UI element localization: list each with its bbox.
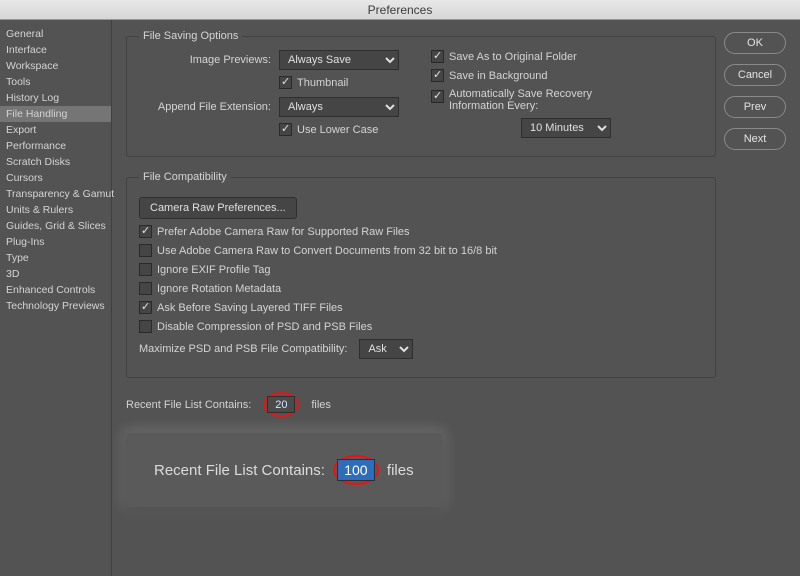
file-compat-legend: File Compatibility	[139, 171, 231, 183]
save-as-original-label: Save As to Original Folder	[449, 51, 577, 63]
sidebar-item-guides-grid-slices[interactable]: Guides, Grid & Slices	[0, 218, 111, 234]
highlight-circle-icon	[333, 455, 379, 485]
lowercase-label: Use Lower Case	[297, 124, 378, 136]
recent-file-input[interactable]	[267, 396, 295, 413]
ask-tiff-checkbox[interactable]	[139, 301, 152, 314]
ok-button[interactable]: OK	[724, 32, 786, 54]
recent-file-callout: Recent File List Contains: files	[126, 433, 442, 507]
highlight-circle-icon	[263, 392, 299, 417]
sidebar-item-performance[interactable]: Performance	[0, 138, 111, 154]
append-ext-select[interactable]: Always	[279, 97, 399, 117]
thumbnail-label: Thumbnail	[297, 77, 348, 89]
sidebar-item-enhanced-controls[interactable]: Enhanced Controls	[0, 282, 111, 298]
ignore-exif-checkbox[interactable]	[139, 263, 152, 276]
sidebar-item-technology-previews[interactable]: Technology Previews	[0, 298, 111, 314]
sidebar-item-general[interactable]: General	[0, 26, 111, 42]
append-ext-label: Append File Extension:	[139, 101, 279, 113]
sidebar-item-3d[interactable]: 3D	[0, 266, 111, 282]
prefer-raw-label: Prefer Adobe Camera Raw for Supported Ra…	[157, 226, 410, 238]
ignore-rotation-label: Ignore Rotation Metadata	[157, 283, 281, 295]
prefer-raw-checkbox[interactable]	[139, 225, 152, 238]
sidebar-item-workspace[interactable]: Workspace	[0, 58, 111, 74]
convert32-label: Use Adobe Camera Raw to Convert Document…	[157, 245, 497, 257]
save-background-checkbox[interactable]	[431, 69, 444, 82]
sidebar-item-tools[interactable]: Tools	[0, 74, 111, 90]
button-column: OK Cancel Prev Next	[724, 20, 800, 576]
window-title: Preferences	[0, 0, 800, 20]
save-as-original-checkbox[interactable]	[431, 50, 444, 63]
recent-file-row: Recent File List Contains: files	[126, 392, 716, 417]
preferences-sidebar: GeneralInterfaceWorkspaceToolsHistory Lo…	[0, 20, 112, 576]
file-compat-group: File Compatibility Camera Raw Preference…	[126, 171, 716, 378]
sidebar-item-plug-ins[interactable]: Plug-Ins	[0, 234, 111, 250]
image-previews-label: Image Previews:	[139, 54, 279, 66]
ignore-exif-label: Ignore EXIF Profile Tag	[157, 264, 271, 276]
lowercase-checkbox[interactable]	[279, 123, 292, 136]
recent-file-callout-suffix: files	[387, 462, 414, 479]
sidebar-item-scratch-disks[interactable]: Scratch Disks	[0, 154, 111, 170]
sidebar-item-type[interactable]: Type	[0, 250, 111, 266]
sidebar-item-history-log[interactable]: History Log	[0, 90, 111, 106]
thumbnail-checkbox[interactable]	[279, 76, 292, 89]
prev-button[interactable]: Prev	[724, 96, 786, 118]
disable-psd-checkbox[interactable]	[139, 320, 152, 333]
main-panel: File Saving Options Image Previews: Alwa…	[112, 20, 724, 576]
camera-raw-prefs-button[interactable]: Camera Raw Preferences...	[139, 197, 297, 219]
max-psd-label: Maximize PSD and PSB File Compatibility:	[139, 343, 347, 355]
autosave-label: Automatically Save Recovery Information …	[449, 88, 629, 112]
file-saving-legend: File Saving Options	[139, 30, 242, 42]
autosave-interval-select[interactable]: 10 Minutes	[521, 118, 611, 138]
convert32-checkbox[interactable]	[139, 244, 152, 257]
recent-file-suffix: files	[311, 399, 331, 411]
ignore-rotation-checkbox[interactable]	[139, 282, 152, 295]
ask-tiff-label: Ask Before Saving Layered TIFF Files	[157, 302, 343, 314]
recent-file-callout-input[interactable]	[337, 459, 375, 481]
sidebar-item-units-rulers[interactable]: Units & Rulers	[0, 202, 111, 218]
max-psd-select[interactable]: Ask	[359, 339, 413, 359]
content-area: GeneralInterfaceWorkspaceToolsHistory Lo…	[0, 20, 800, 576]
disable-psd-label: Disable Compression of PSD and PSB Files	[157, 321, 372, 333]
autosave-checkbox[interactable]	[431, 90, 444, 103]
next-button[interactable]: Next	[724, 128, 786, 150]
recent-file-label: Recent File List Contains:	[126, 399, 251, 411]
recent-file-callout-label: Recent File List Contains:	[154, 462, 325, 479]
file-saving-group: File Saving Options Image Previews: Alwa…	[126, 30, 716, 157]
sidebar-item-transparency-gamut[interactable]: Transparency & Gamut	[0, 186, 111, 202]
sidebar-item-cursors[interactable]: Cursors	[0, 170, 111, 186]
cancel-button[interactable]: Cancel	[724, 64, 786, 86]
save-background-label: Save in Background	[449, 70, 547, 82]
sidebar-item-interface[interactable]: Interface	[0, 42, 111, 58]
sidebar-item-export[interactable]: Export	[0, 122, 111, 138]
image-previews-select[interactable]: Always Save	[279, 50, 399, 70]
sidebar-item-file-handling[interactable]: File Handling	[0, 106, 111, 122]
